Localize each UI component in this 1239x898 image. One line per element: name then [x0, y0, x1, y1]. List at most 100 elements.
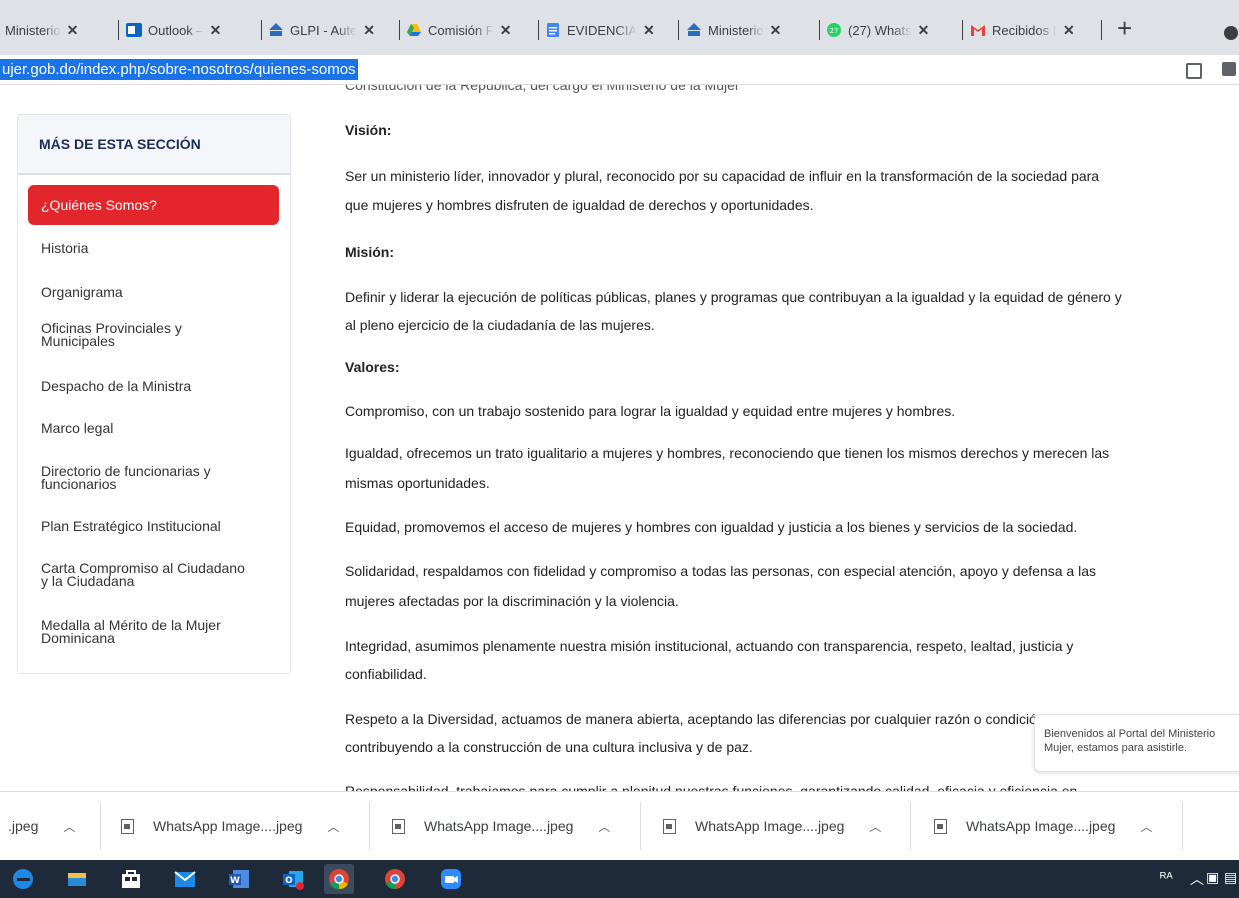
word-icon[interactable]: W [224, 864, 254, 894]
close-tab-icon[interactable]: ✕ [770, 22, 782, 39]
sidebar-title: MÁS DE ESTA SECCIÓN [18, 115, 290, 175]
paragraph-line: mismas oportunidades. [345, 475, 490, 491]
svg-text:W: W [230, 876, 240, 886]
paragraph-line: Respeto a la Diversidad, actuamos de man… [345, 711, 1045, 727]
file-explorer-icon[interactable] [62, 864, 92, 894]
close-tab-icon[interactable]: ✕ [67, 22, 79, 39]
paragraph-line: mujeres afectadas por la discriminación … [345, 593, 679, 609]
tab-ministerio-2[interactable]: Ministerio ✕ [686, 18, 781, 42]
paragraph-line: Definir y liderar la ejecución de políti… [345, 289, 1122, 305]
sidebar-item-quienes-somos[interactable]: ¿Quiénes Somos? [28, 185, 279, 225]
chevron-up-icon[interactable]: ︿ [327, 818, 339, 835]
close-tab-icon[interactable]: ✕ [643, 22, 655, 39]
tab-whatsapp[interactable]: 27 (27) Whats ✕ [826, 18, 929, 42]
new-tab-button[interactable]: + [1117, 15, 1132, 41]
zoom-icon[interactable] [436, 864, 466, 894]
chevron-up-icon[interactable]: ︿ [1140, 818, 1152, 835]
close-tab-icon[interactable]: ✕ [210, 22, 222, 39]
tab-title: EVIDENCIA [567, 22, 637, 38]
download-filename: WhatsApp Image....jpeg [424, 818, 574, 834]
tab-comision[interactable]: Comisión F ✕ [406, 18, 511, 42]
download-item[interactable]: WhatsApp Image....jpeg ︿ [392, 792, 610, 860]
paragraph-line: Integridad, asumimos plenamente nuestra … [345, 638, 1074, 654]
download-item[interactable]: WhatsApp Image....jpeg ︿ [663, 792, 881, 860]
paragraph-line: confiabilidad. [345, 666, 427, 682]
sidebar-item-despacho[interactable]: Despacho de la Ministra [41, 379, 281, 393]
chevron-up-icon[interactable]: ︿ [869, 818, 881, 835]
store-icon[interactable] [116, 864, 146, 894]
google-docs-icon [545, 22, 561, 38]
outlook-icon [126, 22, 142, 38]
chrome-icon[interactable] [324, 864, 354, 894]
paragraph-line: que mujeres y hombres disfruten de igual… [345, 197, 814, 213]
chat-welcome-tooltip[interactable]: Bienvenidos al Portal del Ministerio Muj… [1034, 714, 1239, 772]
edge-icon[interactable] [8, 864, 38, 894]
mision-heading: Misión: [345, 244, 394, 260]
close-tab-icon[interactable]: ✕ [363, 22, 375, 39]
chevron-up-icon[interactable]: ︿ [63, 818, 75, 835]
paragraph-line: Equidad, promovemos el acceso de mujeres… [345, 519, 1078, 535]
download-item[interactable]: WhatsApp Image....jpeg ︿ [121, 792, 339, 860]
close-tab-icon[interactable]: ✕ [918, 22, 930, 39]
tab-ministerio-1[interactable]: Ministerio ✕ [5, 18, 78, 42]
gov-shield-icon [268, 22, 284, 38]
tab-title: Ministerio [5, 22, 61, 38]
people-icon[interactable]: ᴿᴬ [1160, 869, 1173, 885]
tab-outlook[interactable]: Outlook – ✕ [126, 18, 221, 42]
sidebar-item-medalla[interactable]: Medalla al Mérito de la Mujer Dominicana [41, 618, 281, 645]
tooltip-line-1: Bienvenidos al Portal del Ministerio [1044, 728, 1216, 740]
chevron-up-icon[interactable]: ︿ [598, 818, 610, 835]
tab-glpi[interactable]: GLPI - Aute ✕ [268, 18, 375, 42]
ime-icon[interactable]: ▤ [1224, 869, 1237, 886]
close-tab-icon[interactable]: ✕ [1063, 22, 1075, 39]
mail-icon[interactable] [170, 864, 200, 894]
download-item[interactable]: WhatsApp Image....jpeg ︿ [934, 792, 1152, 860]
sidebar-item-carta-compromiso[interactable]: Carta Compromiso al Ciudadano y la Ciuda… [41, 561, 281, 588]
tooltip-line-2: Mujer, estamos para asistirle. [1044, 742, 1188, 754]
tab-title: GLPI - Aute [290, 22, 358, 38]
sidebar-item-marco-legal[interactable]: Marco legal [41, 421, 281, 435]
sidebar-item-directorio[interactable]: Directorio de funcionarias y funcionario… [41, 464, 281, 491]
svg-text:O: O [285, 876, 293, 886]
address-bar: ujer.gob.do/index.php/sobre-nosotros/qui… [0, 55, 1239, 85]
paragraph-line: Solidaridad, respaldamos con fidelidad y… [345, 563, 1096, 579]
close-tab-icon[interactable]: ✕ [500, 22, 512, 39]
network-icon[interactable]: ▣ [1206, 869, 1219, 886]
gov-shield-icon [686, 22, 702, 38]
whatsapp-icon: 27 [826, 22, 842, 38]
paragraph-line: contribuyendo a la construcción de una c… [345, 739, 753, 755]
download-filename: .jpeg [8, 818, 39, 834]
tab-title: Outlook – [148, 22, 204, 38]
tab-gmail[interactable]: Recibidos ( ✕ [970, 18, 1075, 42]
google-drive-icon [406, 22, 422, 38]
sidebar-item-organigrama[interactable]: Organigrama [41, 285, 281, 299]
chrome-profile-icon[interactable] [380, 864, 410, 894]
translate-icon[interactable] [1222, 62, 1236, 76]
image-file-icon [934, 818, 947, 834]
download-item[interactable]: .jpeg ︿ [8, 792, 75, 860]
url-field[interactable]: ujer.gob.do/index.php/sobre-nosotros/qui… [0, 59, 358, 80]
download-filename: WhatsApp Image....jpeg [695, 818, 845, 834]
paragraph-line: Responsabilidad, trabajamos para cumplir… [345, 783, 1078, 791]
cut-off-text: Constitución de la República, del cargo … [345, 85, 740, 93]
download-filename: WhatsApp Image....jpeg [966, 818, 1116, 834]
chevron-up-icon[interactable]: ︿ [1190, 869, 1204, 889]
vision-heading: Visión: [345, 122, 392, 138]
tab-title: Ministerio [708, 22, 764, 38]
outlook-icon[interactable]: O [278, 864, 308, 894]
qr-code-icon[interactable] [1186, 63, 1202, 79]
section-sidebar: MÁS DE ESTA SECCIÓN ¿Quiénes Somos? Hist… [17, 114, 291, 674]
image-file-icon [663, 818, 676, 834]
sidebar-item-historia[interactable]: Historia [41, 241, 281, 255]
svg-text:27: 27 [830, 27, 839, 35]
download-filename: WhatsApp Image....jpeg [153, 818, 303, 834]
profile-icon[interactable] [1224, 26, 1238, 40]
browser-tab-strip: Ministerio ✕ Outlook – ✕ GLPI - Aute ✕ C… [0, 0, 1239, 55]
valores-heading: Valores: [345, 359, 400, 375]
sidebar-item-oficinas[interactable]: Oficinas Provinciales y Municipales [41, 321, 281, 348]
paragraph-line: Ser un ministerio líder, innovador y plu… [345, 168, 1100, 184]
tab-evidencia[interactable]: EVIDENCIA ✕ [545, 18, 655, 42]
paragraph-line: Compromiso, con un trabajo sostenido par… [345, 403, 956, 419]
sidebar-item-plan-estrategico[interactable]: Plan Estratégico Institucional [41, 519, 281, 533]
image-file-icon [392, 818, 405, 834]
